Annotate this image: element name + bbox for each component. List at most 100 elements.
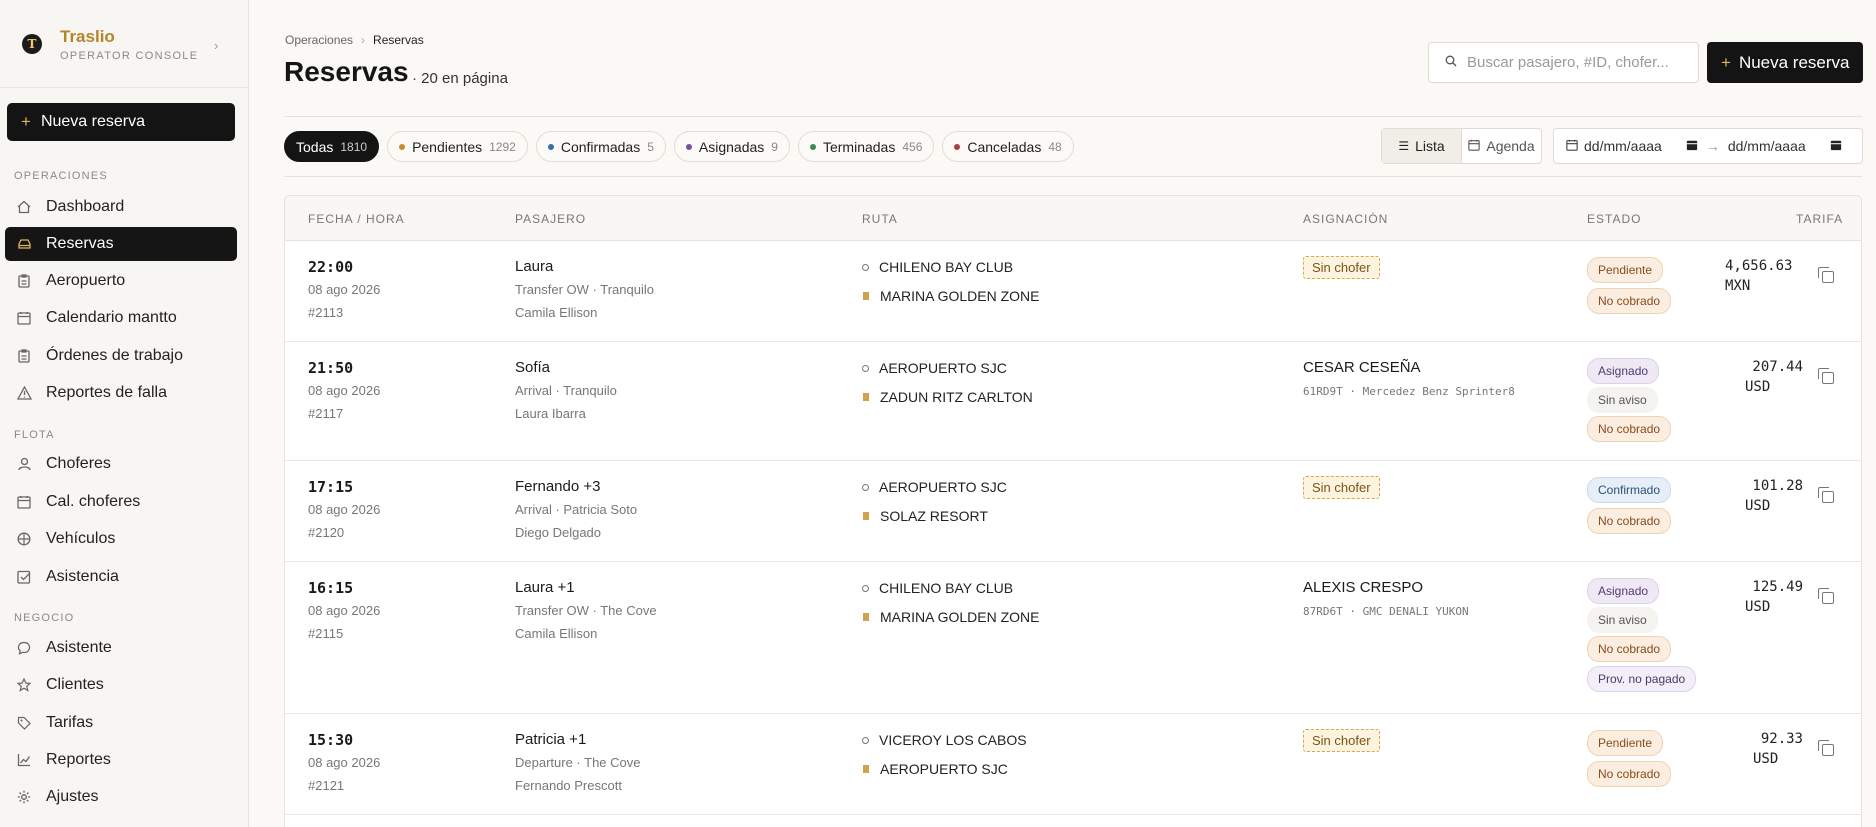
sidebar-item-asistencia[interactable]: Asistencia: [5, 560, 237, 594]
sidebar-item-choferes[interactable]: Choferes: [5, 447, 237, 481]
new-booking-label: Nueva reserva: [40, 113, 145, 130]
date-to-input[interactable]: dd/mm/aaaa: [1728, 138, 1806, 154]
column-header-passenger[interactable]: PASAJERO: [515, 212, 586, 226]
sidebar-item-dashboard[interactable]: Dashboard: [5, 190, 237, 224]
row-id: #2115: [308, 626, 344, 641]
sidebar-item-reservas[interactable]: Reservas: [5, 227, 237, 261]
sidebar-item-asistente[interactable]: Asistente: [5, 631, 237, 665]
table-row[interactable]: 16:15 08 ago 2026 #2115 Laura +1 Transfe…: [285, 562, 1861, 714]
filter-confirmadas[interactable]: Confirmadas 5: [535, 131, 666, 162]
notice-badge: Sin aviso: [1587, 387, 1658, 413]
breadcrumb-reservas: Reservas: [373, 33, 424, 47]
chat-icon: [16, 640, 32, 656]
copy-icon[interactable]: [1818, 740, 1834, 756]
payment-badge: No cobrado: [1587, 416, 1672, 442]
status-dot-icon: [547, 143, 554, 150]
sidebar-item-ajustes[interactable]: Ajustes: [5, 780, 237, 814]
filter-asignadas[interactable]: Asignadas 9: [673, 131, 790, 162]
row-assignment[interactable]: ALEXIS CRESPO 87RD6T · GMC DENALI YUKON: [1303, 579, 1469, 618]
sidebar-item-aeropuerto[interactable]: Aeropuerto: [5, 264, 237, 298]
sidebar-item-clientes[interactable]: Clientes: [5, 668, 237, 702]
calendar-picker-icon[interactable]: [1686, 138, 1698, 154]
chevron-right-icon: ›: [361, 33, 366, 47]
column-header-assignment[interactable]: ASIGNACIÓN: [1303, 212, 1388, 226]
sidebar: T Traslio OPERATOR CONSOLE › + Nueva res…: [0, 0, 249, 827]
new-booking-button[interactable]: + Nueva reserva: [1707, 42, 1863, 83]
star-icon: [16, 677, 32, 693]
table-row[interactable]: 21:50 08 ago 2026 #2117 Sofía Arrival · …: [285, 342, 1861, 461]
row-assignment[interactable]: Sin chofer: [1303, 729, 1380, 752]
copy-icon[interactable]: [1818, 588, 1834, 604]
search-icon: [1445, 55, 1457, 70]
column-header-route[interactable]: RUTA: [862, 212, 898, 226]
row-assignment[interactable]: CESAR CESEÑA 61RD9T · Mercedez Benz Spri…: [1303, 359, 1515, 398]
globe-icon: [16, 531, 32, 547]
row-agent: Camila Ellison: [515, 626, 598, 641]
table-row[interactable]: 22:00 08 ago 2026 #2113 Laura Transfer O…: [285, 241, 1861, 342]
sidebar-item-vehiculos[interactable]: Vehículos: [5, 522, 237, 556]
status-dot-icon: [399, 143, 406, 150]
search-input[interactable]: [1467, 54, 1687, 71]
origin-icon: [862, 736, 869, 744]
row-route: AEROPUERTO SJC SOLAZ RESORT: [862, 478, 1007, 525]
row-agent: Camila Ellison: [515, 305, 598, 320]
sidebar-item-reportes-de-falla[interactable]: Reportes de falla: [5, 376, 237, 410]
breadcrumb-operaciones[interactable]: Operaciones: [285, 33, 353, 47]
table-row[interactable]: 17:15 08 ago 2026 #2120 Fernando +3 Arri…: [285, 461, 1861, 562]
filter-todas[interactable]: Todas 1810: [284, 131, 380, 162]
sidebar-item-ordenes-de-trabajo[interactable]: Órdenes de trabajo: [5, 339, 237, 373]
sidebar-item-reportes[interactable]: Reportes: [5, 743, 237, 777]
status-badge: Pendiente: [1587, 730, 1664, 756]
section-label-operaciones: OPERACIONES: [14, 170, 108, 182]
status-badge: Confirmado: [1587, 477, 1672, 503]
driver-name[interactable]: ALEXIS CRESPO: [1303, 579, 1469, 596]
filter-canceladas[interactable]: Canceladas 48: [942, 131, 1074, 162]
calendar-picker-icon[interactable]: [1830, 138, 1842, 154]
no-driver-tag[interactable]: Sin chofer: [1303, 256, 1380, 279]
destination-icon: [863, 292, 869, 300]
no-driver-tag[interactable]: Sin chofer: [1303, 729, 1380, 752]
origin-icon: [862, 483, 869, 491]
copy-icon[interactable]: [1818, 368, 1834, 384]
driver-name[interactable]: CESAR CESEÑA: [1303, 359, 1515, 376]
status-badge: Pendiente: [1587, 257, 1664, 283]
date-from-input[interactable]: dd/mm/aaaa: [1584, 138, 1662, 154]
no-driver-tag[interactable]: Sin chofer: [1303, 476, 1380, 499]
row-assignment[interactable]: Sin chofer: [1303, 256, 1380, 279]
sidebar-item-cal-choferes[interactable]: Cal. choferes: [5, 485, 237, 519]
row-date: 08 ago 2026: [308, 282, 381, 297]
sidebar-item-calendario-mantto[interactable]: Calendario mantto: [5, 301, 237, 335]
column-header-date[interactable]: FECHA / HORA: [308, 212, 405, 226]
payment-badge: No cobrado: [1587, 761, 1672, 787]
new-booking-sidebar-button[interactable]: + Nueva reserva: [7, 103, 235, 141]
row-route: CHILENO BAY CLUB MARINA GOLDEN ZONE: [862, 258, 1039, 305]
row-time: 22:00: [308, 258, 354, 276]
sidebar-item-tarifas[interactable]: Tarifas: [5, 706, 237, 740]
brand-switcher[interactable]: T Traslio OPERATOR CONSOLE ›: [0, 0, 248, 88]
row-time: 16:15: [308, 579, 354, 597]
copy-icon[interactable]: [1818, 267, 1834, 283]
page-count: · 20 en página: [412, 70, 508, 87]
row-service: Transfer OW · Tranquilo: [515, 282, 654, 297]
new-booking-label: Nueva reserva: [1738, 52, 1850, 72]
page-title: Reservas: [284, 56, 409, 87]
row-assignment[interactable]: Sin chofer: [1303, 476, 1380, 499]
filter-pendientes[interactable]: Pendientes 1292: [387, 131, 528, 162]
tag-icon: [16, 715, 32, 731]
list-icon: ☰: [1398, 139, 1410, 153]
row-passenger: Laura: [515, 258, 554, 275]
row-fare: 101.28 USD: [1745, 478, 1803, 514]
clipboard-icon: [16, 273, 32, 289]
view-agenda-button[interactable]: Agenda: [1462, 129, 1541, 163]
payment-badge: No cobrado: [1587, 288, 1672, 314]
column-header-fare[interactable]: TARIFA: [1796, 212, 1843, 226]
view-list-button[interactable]: ☰ Lista: [1382, 129, 1462, 163]
table-row[interactable]: 15:30 08 ago 2026 #2121 Patricia +1 Depa…: [285, 714, 1861, 815]
row-passenger: Laura +1: [515, 579, 575, 596]
filter-terminadas[interactable]: Terminadas 456: [797, 131, 935, 162]
row-fare: 4,656.63 MXN: [1725, 258, 1793, 294]
column-header-status[interactable]: ESTADO: [1587, 212, 1641, 226]
row-date: 08 ago 2026: [308, 603, 381, 618]
copy-icon[interactable]: [1818, 487, 1834, 503]
row-service: Transfer OW · The Cove: [515, 603, 657, 618]
